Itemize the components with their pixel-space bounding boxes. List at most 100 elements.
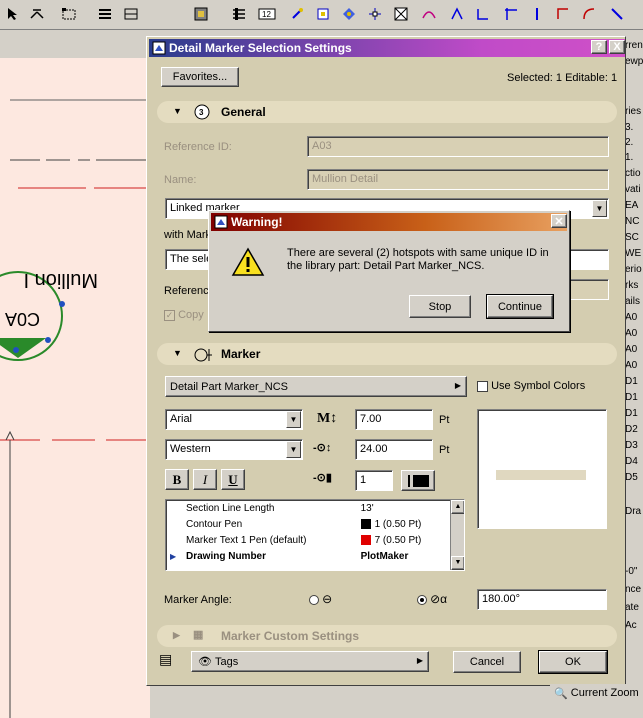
line-tool-icon[interactable] — [552, 3, 574, 25]
navigator-item[interactable]: rks — [625, 280, 638, 291]
general-header-label: General — [221, 105, 266, 119]
parameter-list[interactable]: Section Line Length 13' Contour Pen 1 (0.50… — [165, 499, 465, 571]
navigator-item[interactable]: D4 — [625, 456, 638, 467]
node-tool-icon[interactable] — [338, 3, 360, 25]
navigator-item[interactable]: A0 — [625, 360, 637, 371]
navigator-item[interactable]: 3. — [625, 122, 633, 133]
close-button[interactable]: X — [609, 40, 625, 54]
drawing-canvas[interactable]: Mullion I C0A — [0, 58, 150, 718]
navigator-item[interactable]: 2. — [625, 137, 633, 148]
navigator-bottom-item[interactable]: ate — [625, 602, 639, 613]
name-field[interactable]: Mullion Detail — [307, 169, 609, 190]
navigator-item[interactable]: 1. — [625, 152, 633, 163]
navigator-item[interactable]: D1 — [625, 392, 638, 403]
navigator-item[interactable]: rren — [625, 40, 643, 51]
snap-tool-icon[interactable] — [286, 3, 308, 25]
stop-button[interactable]: Stop — [409, 295, 471, 318]
navigator-item[interactable]: ewp — [625, 56, 643, 67]
reference-id-field[interactable]: A03 — [307, 136, 609, 157]
curve-tool-icon[interactable] — [418, 3, 440, 25]
selection-status: Selected: 1 Editable: 1 — [507, 72, 618, 84]
favorites-button[interactable]: Favorites... — [161, 67, 239, 87]
angle-option-2-radio[interactable]: ⊘α — [417, 592, 447, 606]
layout-tool-icon[interactable] — [228, 3, 250, 25]
parameter-scrollbar[interactable]: ▲ ▼ — [450, 500, 464, 570]
split-tool-icon[interactable] — [526, 3, 548, 25]
offset-tool-icon[interactable] — [500, 3, 522, 25]
navigator-item[interactable]: ctio — [625, 168, 641, 179]
custom-settings-header[interactable]: ▶ ▦ Marker Custom Settings — [157, 625, 617, 647]
warning-titlebar[interactable]: Warning! ✕ — [211, 213, 567, 231]
marquee-tool-icon[interactable] — [58, 3, 80, 25]
navigator-item[interactable]: A0 — [625, 312, 637, 323]
navigator-item[interactable]: D3 — [625, 440, 638, 451]
navigator-item[interactable]: ails — [625, 296, 640, 307]
pointer-tool-icon[interactable] — [26, 3, 48, 25]
scroll-down-icon[interactable]: ▼ — [451, 556, 464, 570]
font-dropdown[interactable]: Arial ▼ — [165, 409, 303, 430]
copy-checkbox[interactable]: ✓ Copy — [164, 309, 204, 321]
parameter-row[interactable]: Section Line Length 13' — [166, 500, 450, 516]
ok-button[interactable]: OK — [538, 650, 608, 674]
continue-button[interactable]: Continue — [486, 294, 554, 319]
angle-option-1-radio[interactable]: ⊖ — [309, 592, 332, 606]
navigator-bottom-item[interactable]: -0" — [625, 566, 637, 577]
text-size-field[interactable]: 7.00 — [355, 409, 433, 430]
navigator-item[interactable]: D1 — [625, 376, 638, 387]
mirror-tool-icon[interactable] — [606, 3, 628, 25]
use-symbol-colors-checkbox[interactable]: Use Symbol Colors — [477, 380, 585, 392]
marker-section-header[interactable]: ▼ Marker — [157, 343, 617, 365]
pen-color-button[interactable] — [401, 470, 435, 491]
marker-size-field[interactable]: 24.00 — [355, 439, 433, 460]
parameter-row[interactable]: ▶ Drawing Number PlotMaker — [166, 548, 450, 564]
bold-button[interactable]: B — [165, 469, 189, 490]
navigator-item[interactable]: D5 — [625, 472, 638, 483]
parameter-row[interactable]: Contour Pen 1 (0.50 Pt) — [166, 516, 450, 532]
marker-part-selector[interactable]: Detail Part Marker_NCS ▶ — [165, 376, 467, 397]
general-section-header[interactable]: ▼ 3 General — [157, 101, 617, 123]
help-button[interactable]: ? — [591, 40, 607, 54]
encoding-dropdown[interactable]: Western ▼ — [165, 439, 303, 460]
marker-pen-field[interactable]: 1 — [355, 470, 393, 491]
marker-angle-field[interactable]: 180.00° — [477, 589, 607, 610]
pen-swatch-icon — [412, 474, 429, 487]
navigator-bottom-item[interactable]: Ac — [625, 620, 637, 631]
scroll-up-icon[interactable]: ▲ — [451, 500, 464, 514]
tags-selector[interactable]: 👁 Tags ▶ — [191, 651, 429, 672]
navigator-item[interactable]: SC — [625, 232, 639, 243]
rotate-tool-icon[interactable] — [578, 3, 600, 25]
warning-close-button[interactable]: ✕ — [551, 214, 567, 228]
navigator-item[interactable]: ries — [625, 106, 641, 117]
underline-button[interactable]: U — [221, 469, 245, 490]
navigator-item[interactable]: D1 — [625, 408, 638, 419]
navigator-item[interactable]: vati — [625, 184, 641, 195]
grid-tool-icon[interactable] — [364, 3, 386, 25]
navigator-item[interactable]: EA — [625, 200, 638, 211]
navigator-item[interactable]: WE — [625, 248, 641, 259]
hotspot-tool-icon[interactable] — [312, 3, 334, 25]
current-zoom-button[interactable]: 🔍 Current Zoom — [550, 684, 643, 702]
navigator-item[interactable]: D2 — [625, 424, 638, 435]
italic-button[interactable]: I — [193, 469, 217, 490]
layer-tool-icon[interactable] — [94, 3, 116, 25]
fill-tool-icon[interactable] — [190, 3, 212, 25]
arc-tool-icon[interactable] — [446, 3, 468, 25]
arrow-tool-icon[interactable] — [2, 3, 24, 25]
navigator-item[interactable]: erio — [625, 264, 642, 275]
pen-icon: -⊙▮ — [313, 472, 332, 484]
name-label: Name: — [164, 174, 197, 186]
corner-tool-icon[interactable] — [472, 3, 494, 25]
navigator-bottom-item[interactable]: nce — [625, 584, 641, 595]
dimension-tool-icon[interactable]: 12 — [256, 3, 278, 25]
dialog-titlebar[interactable]: Detail Marker Selection Settings ? X — [149, 39, 625, 57]
navigator-bottom-item[interactable]: Dra — [625, 506, 641, 517]
trace-tool-icon[interactable] — [390, 3, 412, 25]
pen-tool-icon[interactable] — [120, 3, 142, 25]
navigator-item[interactable]: NC — [625, 216, 639, 227]
parameter-row[interactable]: Marker Text 1 Pen (default) 7 (0.50 Pt) — [166, 532, 450, 548]
navigator-item[interactable]: A0 — [625, 344, 637, 355]
zoom-icon: 🔍 — [554, 687, 568, 700]
navigator-item[interactable]: A0 — [625, 328, 637, 339]
cancel-button[interactable]: Cancel — [453, 651, 521, 673]
row-spacer — [166, 500, 182, 516]
